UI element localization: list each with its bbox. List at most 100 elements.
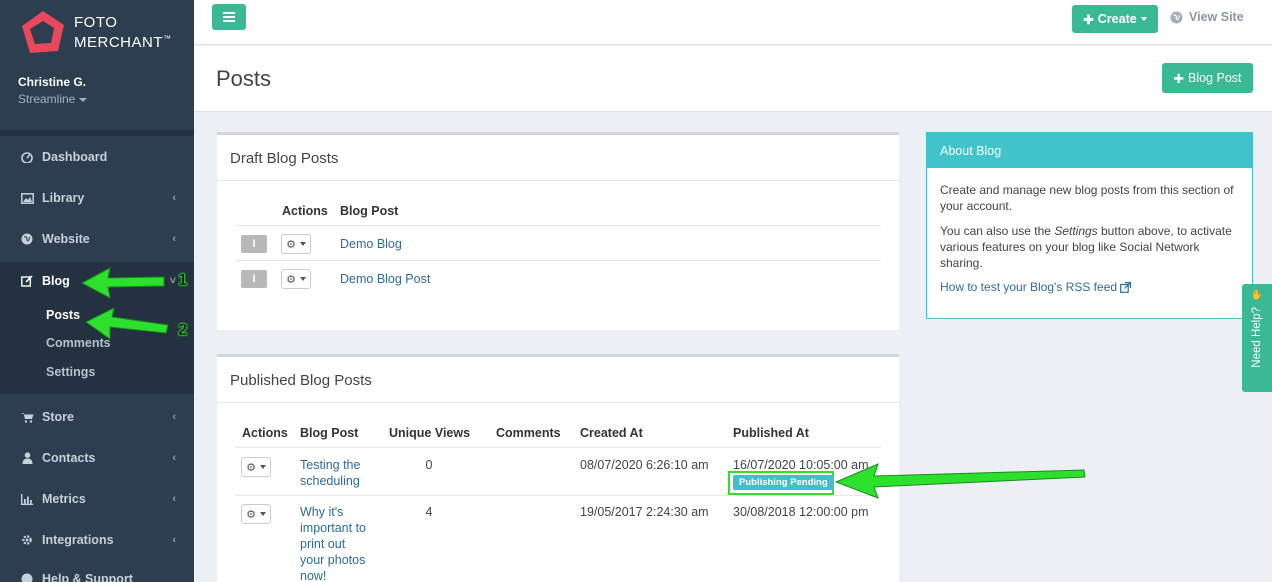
logo-mark-icon bbox=[22, 11, 64, 53]
draft-post-link[interactable]: Demo Blog Post bbox=[340, 271, 430, 287]
dashboard-icon bbox=[20, 150, 34, 164]
about-blog-title: About Blog bbox=[927, 133, 1252, 168]
draft-post-link[interactable]: Demo Blog bbox=[340, 236, 402, 252]
sidebar-item-metrics[interactable]: Metrics ‹ bbox=[0, 484, 194, 514]
user-plan[interactable]: Streamline bbox=[18, 92, 88, 106]
sidebar-item-library[interactable]: Library ‹ bbox=[0, 183, 194, 213]
column-header: Actions bbox=[242, 426, 288, 440]
panel-title: Draft Blog Posts bbox=[230, 150, 339, 167]
new-blog-post-button[interactable]: ✚ Blog Post bbox=[1162, 63, 1253, 93]
external-link-icon bbox=[1120, 281, 1132, 293]
rss-feed-help-link[interactable]: How to test your Blog's RSS feed bbox=[940, 280, 1132, 294]
chevron-left-icon: ‹ bbox=[172, 411, 176, 423]
brand-logo[interactable]: FOTO MERCHANT™ bbox=[18, 8, 172, 58]
column-header: Created At bbox=[580, 426, 643, 440]
globe-icon bbox=[20, 232, 34, 246]
about-note-emphasis: Settings bbox=[1054, 224, 1098, 238]
create-label: Create bbox=[1097, 12, 1137, 26]
gear-icon: ⚙ bbox=[286, 273, 296, 286]
new-blog-post-label: Blog Post bbox=[1187, 71, 1242, 85]
rss-link-label: How to test your Blog's RSS feed bbox=[940, 280, 1118, 294]
create-button[interactable]: ✚ Create bbox=[1072, 5, 1158, 33]
annotation-number-2: 2 bbox=[178, 320, 188, 340]
published-post-link[interactable]: Why it's important to print out your pho… bbox=[300, 504, 372, 582]
bar-chart-icon bbox=[20, 492, 34, 506]
chevron-left-icon: ‹ bbox=[172, 452, 176, 464]
gear-icon bbox=[20, 533, 34, 547]
row-actions-button[interactable]: ⚙ bbox=[281, 234, 311, 254]
sidebar-item-dashboard[interactable]: Dashboard bbox=[0, 142, 194, 172]
about-note-text: You can also use the bbox=[940, 224, 1055, 238]
column-header: Published At bbox=[733, 426, 809, 440]
trademark: ™ bbox=[163, 34, 172, 43]
gear-icon: ⚙ bbox=[246, 508, 256, 521]
column-header: Blog Post bbox=[300, 426, 359, 440]
sidebar-item-store[interactable]: Store ‹ bbox=[0, 402, 194, 432]
menu-toggle-button[interactable] bbox=[212, 4, 246, 30]
column-header: Actions bbox=[282, 204, 328, 218]
topbar: ✚ Create View Site bbox=[194, 0, 1272, 45]
user-panel[interactable]: Christine G. Streamline bbox=[18, 75, 88, 106]
wave-hand-icon: ✋ bbox=[1250, 290, 1264, 301]
cart-icon bbox=[20, 410, 34, 424]
hamburger-icon bbox=[223, 12, 235, 22]
annotation-arrow-3 bbox=[834, 463, 1086, 499]
sidebar-item-label: Metrics bbox=[42, 492, 86, 506]
caret-down-icon bbox=[299, 242, 306, 246]
caret-down-icon bbox=[1140, 17, 1147, 21]
plus-icon: ✚ bbox=[1173, 71, 1184, 86]
published-posts-panel: Published Blog Posts Actions Blog Post U… bbox=[217, 354, 899, 582]
panel-divider bbox=[217, 180, 899, 181]
sidebar-item-integrations[interactable]: Integrations ‹ bbox=[0, 525, 194, 555]
row-actions-button[interactable]: ⚙ bbox=[281, 269, 311, 289]
row-divider bbox=[235, 495, 881, 496]
caret-down-icon bbox=[79, 97, 88, 102]
panel-divider bbox=[217, 402, 899, 403]
caret-down-icon bbox=[259, 465, 266, 469]
text-cursor-icon: I bbox=[252, 273, 256, 285]
sidebar-subitem-settings[interactable]: Settings bbox=[46, 365, 95, 379]
chevron-down-icon: ˅ bbox=[169, 275, 176, 287]
row-actions-button[interactable]: ⚙ bbox=[241, 457, 271, 477]
row-divider bbox=[235, 447, 881, 448]
need-help-tab[interactable]: ✋ Need Help? bbox=[1242, 284, 1272, 392]
row-actions-button[interactable]: ⚙ bbox=[241, 504, 271, 524]
help-icon bbox=[20, 572, 34, 582]
user-name: Christine G. bbox=[18, 75, 87, 89]
gear-icon: ⚙ bbox=[246, 461, 256, 474]
sidebar-divider bbox=[0, 130, 194, 136]
unique-views: 0 bbox=[425, 458, 433, 472]
chevron-left-icon: ‹ bbox=[172, 534, 176, 546]
sidebar-item-contacts[interactable]: Contacts ‹ bbox=[0, 443, 194, 473]
about-blog-panel: About Blog Create and manage new blog po… bbox=[926, 132, 1253, 319]
annotation-arrow-1 bbox=[80, 267, 165, 299]
row-divider bbox=[235, 225, 881, 226]
view-site-label: View Site bbox=[1189, 10, 1244, 24]
sidebar-item-help[interactable]: Help & Support bbox=[0, 564, 194, 582]
sidebar-item-label: Integrations bbox=[42, 533, 114, 547]
chevron-left-icon: ‹ bbox=[172, 233, 176, 245]
sidebar-item-label: Help & Support bbox=[42, 572, 133, 582]
user-icon bbox=[20, 451, 34, 465]
column-header: Unique Views bbox=[389, 426, 471, 440]
panel-title: Published Blog Posts bbox=[230, 372, 372, 389]
sidebar-item-label: Library bbox=[42, 191, 85, 205]
column-header: Blog Post bbox=[340, 204, 399, 218]
brand-line2: MERCHANT bbox=[74, 34, 163, 51]
sidebar-subitem-posts[interactable]: Posts bbox=[46, 308, 80, 322]
chevron-left-icon: ‹ bbox=[172, 192, 176, 204]
published-post-link[interactable]: Testing the scheduling bbox=[300, 457, 380, 489]
sidebar-item-website[interactable]: Website ‹ bbox=[0, 224, 194, 254]
caret-down-icon bbox=[299, 277, 306, 281]
edit-title-button[interactable]: I bbox=[241, 270, 267, 288]
row-divider bbox=[235, 260, 881, 261]
view-site-link[interactable]: View Site bbox=[1170, 10, 1244, 24]
column-header: Comments bbox=[496, 426, 561, 440]
edit-icon bbox=[20, 274, 34, 288]
annotation-number-1: 1 bbox=[178, 270, 188, 290]
globe-icon bbox=[1170, 11, 1183, 23]
sidebar-item-label: Store bbox=[42, 410, 74, 424]
user-plan-label: Streamline bbox=[18, 92, 76, 106]
chevron-left-icon: ‹ bbox=[172, 493, 176, 505]
edit-title-button[interactable]: I bbox=[241, 235, 267, 253]
